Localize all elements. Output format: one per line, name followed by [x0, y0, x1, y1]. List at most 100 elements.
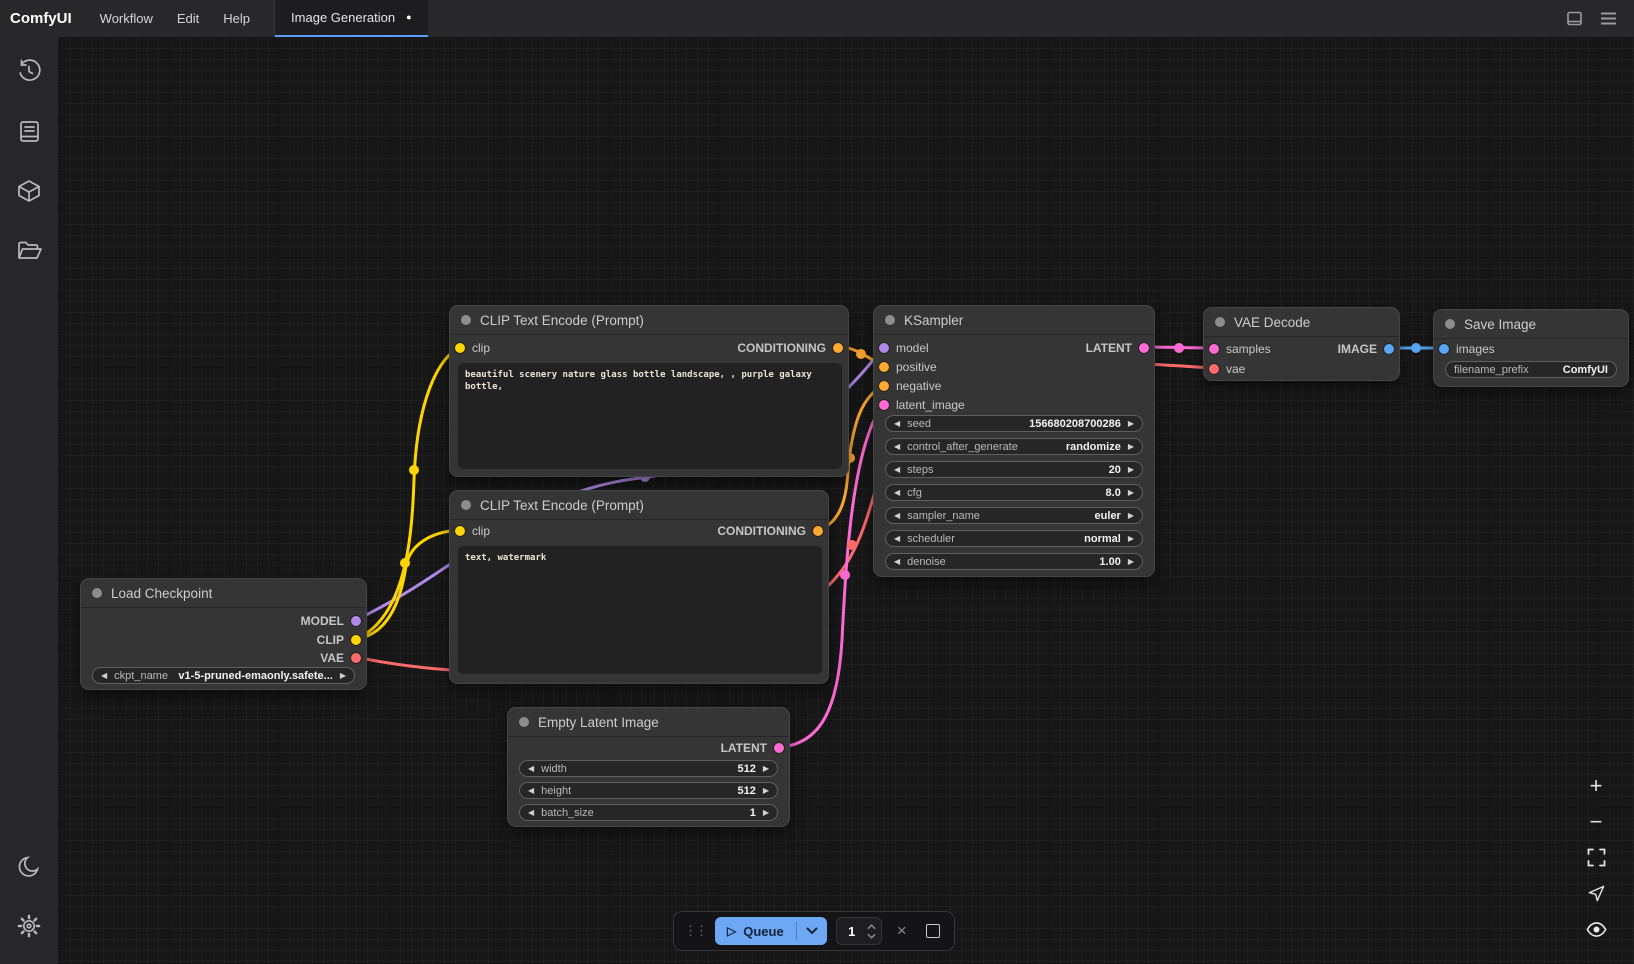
queue-options-dropdown[interactable]	[797, 927, 827, 935]
prompt-textarea[interactable]: text, watermark	[458, 546, 822, 674]
collapse-dot[interactable]	[519, 717, 529, 727]
prompt-textarea[interactable]: beautiful scenery nature glass bottle la…	[458, 363, 842, 469]
input-socket-negative[interactable]	[879, 381, 889, 391]
increment-arrow-icon[interactable]: ▶	[763, 809, 769, 817]
output-socket-latent[interactable]	[774, 743, 784, 753]
widget-denoise[interactable]: ◀ denoise 1.00 ▶	[885, 553, 1143, 570]
node-canvas[interactable]	[59, 37, 1634, 964]
node-clip-text-encode-positive[interactable]: CLIP Text Encode (Prompt) clip CONDITION…	[449, 305, 849, 477]
output-socket-model[interactable]	[351, 616, 361, 626]
top-menubar: ComfyUI Workflow Edit Help Image Generat…	[0, 0, 1634, 38]
batch-count-input[interactable]: 1	[836, 917, 882, 945]
increment-arrow-icon[interactable]: ▶	[1128, 489, 1134, 497]
node-save-image[interactable]: Save Image images filename_prefix ComfyU…	[1433, 309, 1629, 387]
menu-edit[interactable]: Edit	[165, 0, 211, 37]
history-icon[interactable]	[7, 49, 51, 93]
output-conditioning: CONDITIONING	[717, 522, 823, 540]
collapse-dot[interactable]	[92, 588, 102, 598]
output-socket-clip[interactable]	[351, 635, 361, 645]
increment-arrow-icon[interactable]: ▶	[763, 765, 769, 773]
increment-arrow-icon[interactable]: ▶	[1128, 535, 1134, 543]
decrement-arrow-icon[interactable]: ◀	[894, 420, 900, 428]
increment-arrow-icon[interactable]: ▶	[1128, 512, 1134, 520]
decrement-arrow-icon[interactable]: ◀	[894, 489, 900, 497]
count-up-icon[interactable]	[867, 924, 876, 930]
widget-width[interactable]: ◀ width 512 ▶	[519, 760, 778, 777]
input-socket-latent-image[interactable]	[879, 400, 889, 410]
drag-handle-icon[interactable]: ⋮⋮	[684, 923, 706, 939]
input-socket-samples[interactable]	[1209, 344, 1219, 354]
widget-scheduler[interactable]: ◀ scheduler normal ▶	[885, 530, 1143, 547]
output-socket-conditioning[interactable]	[833, 343, 843, 353]
increment-arrow-icon[interactable]: ▶	[1128, 466, 1134, 474]
decrement-arrow-icon[interactable]: ◀	[894, 443, 900, 451]
increment-arrow-icon[interactable]: ▶	[1128, 420, 1134, 428]
widget-cfg[interactable]: ◀ cfg 8.0 ▶	[885, 484, 1143, 501]
decrement-arrow-icon[interactable]: ◀	[528, 787, 534, 795]
input-socket-model[interactable]	[879, 343, 889, 353]
output-socket-conditioning[interactable]	[813, 526, 823, 536]
workflows-folder-icon[interactable]	[7, 229, 51, 273]
count-down-icon[interactable]	[867, 933, 876, 939]
node-load-checkpoint[interactable]: Load Checkpoint MODEL CLIP VAE ◀ ckpt_na…	[80, 578, 367, 690]
input-socket-images[interactable]	[1439, 344, 1449, 354]
fit-view-icon[interactable]	[1582, 844, 1610, 871]
menu-help[interactable]: Help	[211, 0, 262, 37]
input-socket-positive[interactable]	[879, 362, 889, 372]
zoom-out-button[interactable]: −	[1582, 808, 1610, 835]
menu-hamburger-icon[interactable]	[1598, 9, 1618, 29]
output-latent: LATENT	[1086, 339, 1149, 357]
widget-height[interactable]: ◀ height 512 ▶	[519, 782, 778, 799]
decrement-arrow-icon[interactable]: ◀	[528, 765, 534, 773]
widget-ckpt-name[interactable]: ◀ ckpt_name v1-5-pruned-emaonly.safete..…	[92, 667, 355, 684]
decrement-arrow-icon[interactable]: ◀	[101, 672, 107, 680]
stop-icon[interactable]	[922, 920, 944, 942]
decrement-arrow-icon[interactable]: ◀	[894, 535, 900, 543]
node-empty-latent-image[interactable]: Empty Latent Image LATENT ◀ width 512 ▶ …	[507, 707, 790, 827]
input-socket-clip[interactable]	[455, 343, 465, 353]
output-socket-image[interactable]	[1384, 344, 1394, 354]
increment-arrow-icon[interactable]: ▶	[1128, 558, 1134, 566]
collapse-dot[interactable]	[885, 315, 895, 325]
queue-button-group: ▷ Queue	[715, 917, 827, 945]
decrement-arrow-icon[interactable]: ◀	[894, 466, 900, 474]
node-clip-text-encode-negative[interactable]: CLIP Text Encode (Prompt) clip CONDITION…	[449, 490, 829, 684]
output-image: IMAGE	[1338, 340, 1394, 358]
decrement-arrow-icon[interactable]: ◀	[528, 809, 534, 817]
queue-log-icon[interactable]	[7, 109, 51, 153]
output-socket-vae[interactable]	[351, 653, 361, 663]
output-socket-latent[interactable]	[1139, 343, 1149, 353]
collapse-dot[interactable]	[1215, 317, 1225, 327]
node-ksampler[interactable]: KSampler model LATENT positive negative …	[873, 305, 1155, 577]
increment-arrow-icon[interactable]: ▶	[763, 787, 769, 795]
collapse-dot[interactable]	[1445, 319, 1455, 329]
increment-arrow-icon[interactable]: ▶	[340, 672, 346, 680]
increment-arrow-icon[interactable]: ▶	[1128, 443, 1134, 451]
zoom-in-button[interactable]: +	[1582, 772, 1610, 799]
node-vae-decode[interactable]: VAE Decode samples IMAGE vae	[1203, 307, 1400, 381]
menu-workflow[interactable]: Workflow	[88, 0, 165, 37]
node-library-icon[interactable]	[7, 169, 51, 213]
input-socket-clip[interactable]	[455, 526, 465, 536]
bottom-panel-icon[interactable]	[1564, 9, 1584, 29]
tab-image-generation[interactable]: Image Generation ●	[275, 0, 428, 37]
toggle-link-visibility-eye-icon[interactable]	[1582, 916, 1610, 943]
output-model: MODEL	[301, 612, 361, 630]
decrement-arrow-icon[interactable]: ◀	[894, 558, 900, 566]
decrement-arrow-icon[interactable]: ◀	[894, 512, 900, 520]
widget-steps[interactable]: ◀ steps 20 ▶	[885, 461, 1143, 478]
widget-seed[interactable]: ◀ seed 156680208700286 ▶	[885, 415, 1143, 432]
input-socket-vae[interactable]	[1209, 364, 1219, 374]
settings-gear-icon[interactable]	[7, 904, 51, 948]
collapse-dot[interactable]	[461, 500, 471, 510]
widget-sampler-name[interactable]: ◀ sampler_name euler ▶	[885, 507, 1143, 524]
unsaved-dot-icon: ●	[406, 13, 411, 22]
widget-filename-prefix[interactable]: filename_prefix ComfyUI	[1445, 361, 1617, 378]
theme-moon-icon[interactable]	[7, 844, 51, 888]
widget-batch-size[interactable]: ◀ batch_size 1 ▶	[519, 804, 778, 821]
clear-queue-icon[interactable]: ×	[891, 920, 913, 942]
queue-button[interactable]: ▷ Queue	[715, 924, 796, 939]
widget-control-after-generate[interactable]: ◀ control_after_generate randomize ▶	[885, 438, 1143, 455]
select-mode-cursor-icon[interactable]	[1582, 880, 1610, 907]
collapse-dot[interactable]	[461, 315, 471, 325]
